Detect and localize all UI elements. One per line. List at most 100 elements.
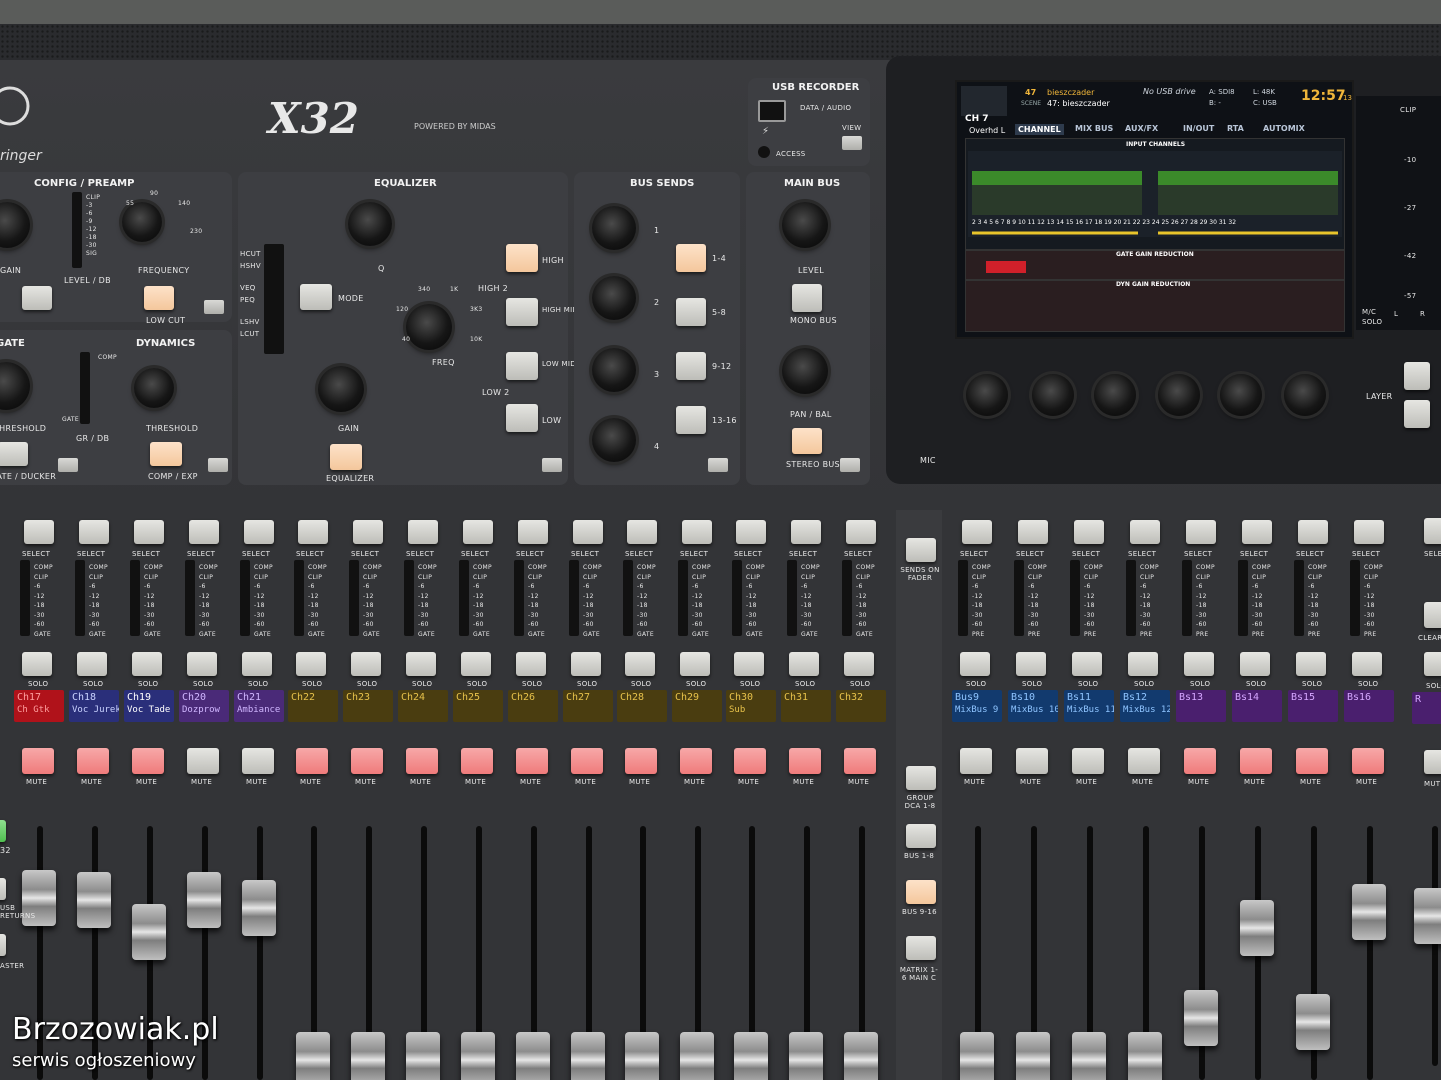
- mute-button[interactable]: [516, 748, 548, 774]
- select-button[interactable]: [244, 520, 274, 544]
- dynamics-threshold-knob[interactable]: [134, 368, 174, 408]
- tab-rta[interactable]: RTA: [1227, 124, 1244, 133]
- tab-channel[interactable]: CHANNEL: [1015, 124, 1064, 135]
- main-level-knob[interactable]: [782, 202, 828, 248]
- eq-view-button[interactable]: [542, 458, 562, 472]
- solo-button[interactable]: [22, 652, 52, 676]
- channel-fader[interactable]: [242, 880, 276, 936]
- mute-button[interactable]: [351, 748, 383, 774]
- mute-button[interactable]: [571, 748, 603, 774]
- select-button[interactable]: [791, 520, 821, 544]
- channel-fader[interactable]: [1240, 900, 1274, 956]
- channel-fader[interactable]: [789, 1032, 823, 1080]
- channel-fader[interactable]: [1352, 884, 1386, 940]
- group-dca-button[interactable]: [906, 766, 936, 790]
- bus-sends-5-8-button[interactable]: [676, 298, 706, 326]
- channel-fader[interactable]: [571, 1032, 605, 1080]
- screen-encoder-6[interactable]: [1284, 374, 1326, 416]
- select-button[interactable]: [682, 520, 712, 544]
- mute-button[interactable]: [242, 748, 274, 774]
- gate-view-button[interactable]: [58, 458, 78, 472]
- matrix-button[interactable]: [906, 936, 936, 960]
- mute-button[interactable]: [680, 748, 712, 774]
- select-button[interactable]: [189, 520, 219, 544]
- tab-automix[interactable]: AUTOMIX: [1263, 124, 1305, 133]
- channel-fader[interactable]: [132, 904, 166, 960]
- channel-fader[interactable]: [844, 1032, 878, 1080]
- eq-q-knob[interactable]: [348, 202, 392, 246]
- screen-encoder-5[interactable]: [1220, 374, 1262, 416]
- screen-encoder-4[interactable]: [1158, 374, 1200, 416]
- select-button[interactable]: [134, 520, 164, 544]
- mute-button[interactable]: [1072, 748, 1104, 774]
- solo-button[interactable]: [734, 652, 764, 676]
- right-mute-button[interactable]: [1424, 750, 1441, 774]
- solo-button[interactable]: [680, 652, 710, 676]
- select-button[interactable]: [846, 520, 876, 544]
- eq-low-button[interactable]: [506, 404, 538, 432]
- layer-up-button[interactable]: [1404, 362, 1430, 390]
- layer-down-button[interactable]: [1404, 400, 1430, 428]
- mono-bus-button[interactable]: [792, 284, 822, 312]
- bus-1-8-button[interactable]: [906, 824, 936, 848]
- mute-button[interactable]: [1352, 748, 1384, 774]
- select-button[interactable]: [1074, 520, 1104, 544]
- gain-knob[interactable]: [0, 202, 30, 248]
- bus-send-knob-4[interactable]: [592, 418, 636, 462]
- bus-send-knob-3[interactable]: [592, 348, 636, 392]
- solo-button[interactable]: [960, 652, 990, 676]
- right-select-button[interactable]: [1424, 518, 1441, 544]
- select-button[interactable]: [298, 520, 328, 544]
- solo-button[interactable]: [1296, 652, 1326, 676]
- solo-button[interactable]: [1352, 652, 1382, 676]
- select-button[interactable]: [408, 520, 438, 544]
- channel-fader[interactable]: [77, 872, 111, 928]
- solo-button[interactable]: [461, 652, 491, 676]
- dynamics-view-button[interactable]: [208, 458, 228, 472]
- master-button[interactable]: [0, 934, 6, 956]
- mute-button[interactable]: [844, 748, 876, 774]
- tab-mix-bus[interactable]: MIX BUS: [1075, 124, 1113, 133]
- screen-encoder-3[interactable]: [1094, 374, 1136, 416]
- channel-fader[interactable]: [1072, 1032, 1106, 1080]
- bus-send-knob-2[interactable]: [592, 276, 636, 320]
- comp-button[interactable]: [150, 442, 182, 466]
- select-button[interactable]: [627, 520, 657, 544]
- mute-button[interactable]: [461, 748, 493, 774]
- select-button[interactable]: [463, 520, 493, 544]
- channel-fader[interactable]: [1016, 1032, 1050, 1080]
- solo-button[interactable]: [77, 652, 107, 676]
- phase-button[interactable]: [22, 286, 52, 310]
- mute-button[interactable]: [187, 748, 219, 774]
- solo-button[interactable]: [1184, 652, 1214, 676]
- right-fader[interactable]: [1414, 888, 1441, 944]
- equalizer-button[interactable]: [330, 444, 362, 470]
- mute-button[interactable]: [132, 748, 164, 774]
- mute-button[interactable]: [1184, 748, 1216, 774]
- left-edge-green-button[interactable]: [0, 820, 6, 842]
- select-button[interactable]: [736, 520, 766, 544]
- select-button[interactable]: [1298, 520, 1328, 544]
- channel-fader[interactable]: [461, 1032, 495, 1080]
- right-solo-button[interactable]: [1424, 652, 1441, 676]
- mute-button[interactable]: [1128, 748, 1160, 774]
- bus-sends-1-4-button[interactable]: [676, 244, 706, 272]
- channel-fader[interactable]: [680, 1032, 714, 1080]
- channel-fader[interactable]: [296, 1032, 330, 1080]
- screen-encoder-1[interactable]: [966, 374, 1008, 416]
- mute-button[interactable]: [77, 748, 109, 774]
- solo-button[interactable]: [1072, 652, 1102, 676]
- bus-send-knob-1[interactable]: [592, 206, 636, 250]
- solo-button[interactable]: [1016, 652, 1046, 676]
- channel-fader[interactable]: [734, 1032, 768, 1080]
- usb-port[interactable]: [758, 100, 786, 122]
- channel-fader[interactable]: [1128, 1032, 1162, 1080]
- select-button[interactable]: [962, 520, 992, 544]
- solo-button[interactable]: [187, 652, 217, 676]
- frequency-knob[interactable]: [122, 202, 162, 242]
- mute-button[interactable]: [296, 748, 328, 774]
- select-button[interactable]: [1242, 520, 1272, 544]
- mute-button[interactable]: [22, 748, 54, 774]
- select-button[interactable]: [79, 520, 109, 544]
- solo-button[interactable]: [132, 652, 162, 676]
